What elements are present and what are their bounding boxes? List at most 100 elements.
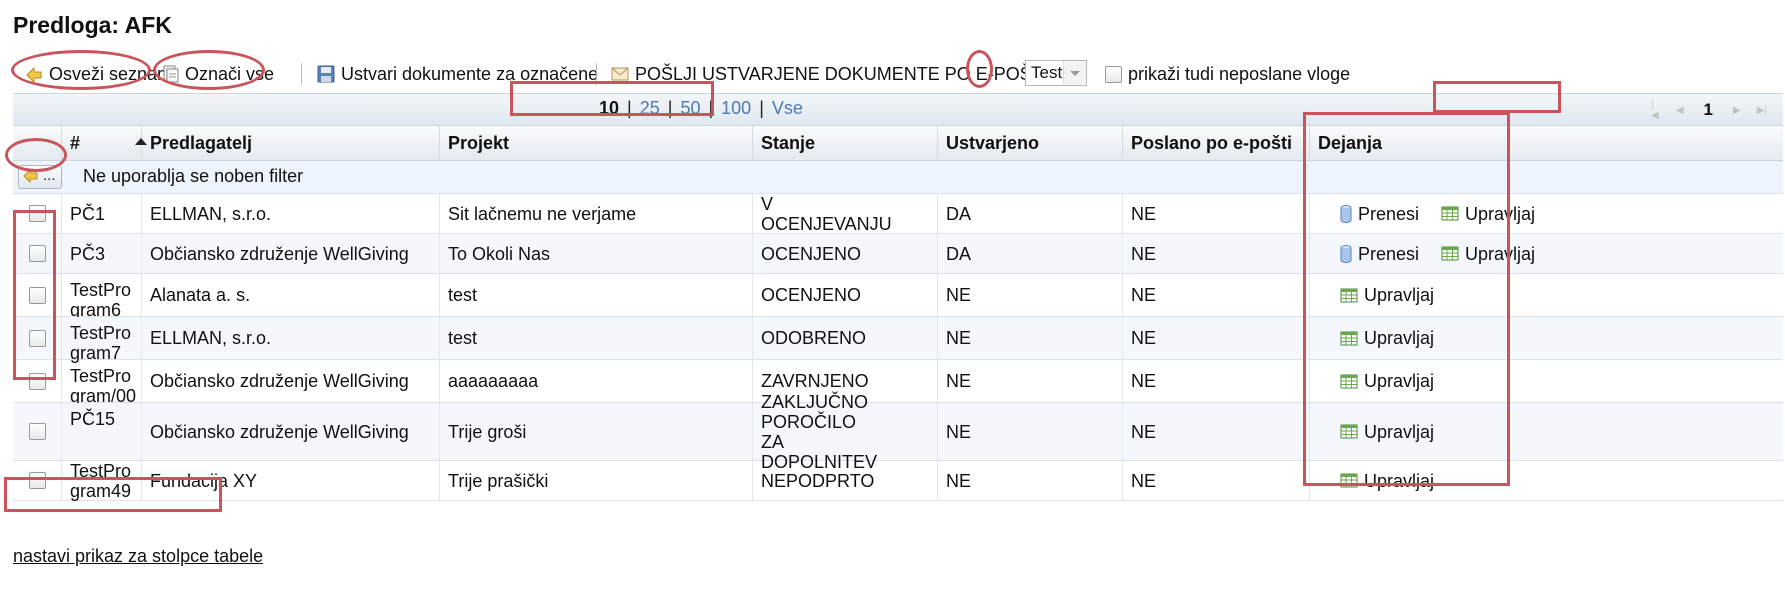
header-number[interactable]: # xyxy=(62,126,142,160)
filter-button[interactable]: ... xyxy=(18,165,62,189)
page-size-option[interactable]: 50 xyxy=(680,98,700,119)
cell-text: test xyxy=(448,328,478,348)
row-checkbox[interactable] xyxy=(28,372,46,390)
create-documents-button[interactable]: Ustvari dokumente za označene xyxy=(317,55,598,93)
last-page-icon[interactable]: ▶| xyxy=(1757,105,1767,116)
row-checkbox[interactable] xyxy=(28,329,46,347)
action-label: Prenesi xyxy=(1358,203,1420,224)
template-select-value: Test xyxy=(1031,63,1063,82)
cell-text: OCENJENO xyxy=(761,285,862,305)
select-all-button[interactable]: Označi vse xyxy=(163,55,274,93)
manage-action[interactable]: Upravljaj xyxy=(1340,471,1434,491)
manage-action[interactable]: Upravljaj xyxy=(1340,285,1434,305)
cell-poslano: NE xyxy=(1123,461,1310,500)
row-actions: Upravljaj xyxy=(1310,274,1783,316)
row-actions: Upravljaj xyxy=(1310,403,1783,460)
cell-text: Občiansko združenje WellGiving xyxy=(150,243,409,264)
table-row[interactable]: PČ15 Občiansko združenje WellGiving Trije … xyxy=(13,392,1783,472)
chevron-down-icon[interactable] xyxy=(1063,61,1086,85)
row-actions: Upravljaj xyxy=(1310,317,1783,359)
download-action[interactable]: Prenesi xyxy=(1340,204,1419,224)
table-grid-icon xyxy=(1441,206,1459,221)
cell-predlagatelj: Občiansko združenje WellGiving xyxy=(142,403,440,460)
template-select[interactable]: Test xyxy=(1025,60,1087,86)
table-grid-icon xyxy=(1340,473,1358,488)
cell-ustvarjeno: NE xyxy=(938,360,1123,402)
table-grid-icon xyxy=(1340,331,1358,346)
row-actions: Prenesi Upravljaj xyxy=(1310,234,1783,273)
table-row[interactable]: TestProgram49 Fundacija XY Trije prašički N… xyxy=(13,461,1783,501)
next-page-icon[interactable]: ▶ xyxy=(1733,105,1741,116)
cell-stanje: OCENJENO xyxy=(753,234,938,273)
row-checkbox[interactable] xyxy=(28,423,46,440)
cell-text: PČ3 xyxy=(70,243,106,264)
cell-text: Občiansko združenje WellGiving xyxy=(150,371,409,391)
manage-action[interactable]: Upravljaj xyxy=(1340,371,1434,391)
page-size-option[interactable]: 100 xyxy=(721,98,751,119)
select-all-label: Označi vse xyxy=(185,63,275,84)
row-checkbox[interactable] xyxy=(28,245,46,262)
cell-text: NE xyxy=(1131,328,1157,348)
manage-action[interactable]: Upravljaj xyxy=(1441,204,1535,224)
prev-page-icon[interactable]: ◀ xyxy=(1676,105,1684,116)
action-label: Upravljaj xyxy=(1465,203,1536,224)
refresh-label: Osveži seznam xyxy=(49,63,173,84)
page-size-option[interactable]: 10 xyxy=(599,98,619,119)
row-checkbox[interactable] xyxy=(28,286,46,304)
page-title: Predloga: AFK xyxy=(13,12,172,38)
cell-poslano: NE xyxy=(1123,360,1310,402)
cell-predlagatelj: Občiansko združenje WellGiving xyxy=(142,234,440,273)
table-row[interactable]: PČ3 Občiansko združenje WellGiving To Okol… xyxy=(13,234,1783,274)
cell-text: ELLMAN, s.r.o. xyxy=(150,203,272,224)
table-grid-icon xyxy=(1340,424,1358,439)
cell-projekt: aaaaaaaaa xyxy=(440,360,753,402)
cell-text: OCENJENO xyxy=(761,243,862,264)
cell-text: NE xyxy=(1131,421,1157,442)
table-row[interactable]: TestProgram7 ELLMAN, s.r.o. test ODOBRENO NE… xyxy=(13,317,1783,363)
table-row[interactable]: TestProgram/008 Občiansko združenje WellG… xyxy=(13,360,1783,426)
cell-text: aaaaaaaaa xyxy=(448,371,539,391)
header-predlagatelj[interactable]: Predlagatelj xyxy=(142,126,440,160)
cell-text: TestProgram49 xyxy=(70,460,132,501)
manage-action[interactable]: Upravljaj xyxy=(1340,422,1434,442)
header-projekt[interactable]: Projekt xyxy=(440,126,753,160)
table-row[interactable]: TestProgram6 Alanata a. s. test OCENJENO NE N… xyxy=(13,274,1783,320)
send-documents-button[interactable]: POŠLJI USTVARJENE DOKUMENTE PO E-POŠTI xyxy=(611,55,1048,93)
toolbar: Osveži seznam Označi vse Ustvari dokumen… xyxy=(13,55,1783,93)
action-label: Upravljaj xyxy=(1364,421,1435,442)
header-poslano[interactable]: Poslano po e-pošti xyxy=(1123,126,1310,160)
header-stanje[interactable]: Stanje xyxy=(753,126,938,160)
page-size-option[interactable]: Vse xyxy=(772,98,803,119)
cell-id: TestProgram7 xyxy=(62,317,142,363)
cell-id: PČ3 xyxy=(62,234,142,273)
toolbar-divider xyxy=(596,63,597,85)
table-row[interactable]: PČ1 ELLMAN, s.r.o. Sit lačnemu ne verjame V… xyxy=(13,194,1783,234)
cell-predlagatelj: ELLMAN, s.r.o. xyxy=(142,317,440,359)
cell-ustvarjeno: DA xyxy=(938,194,1123,233)
cell-id: TestProgram/008 xyxy=(62,360,142,426)
cell-text: DA xyxy=(946,243,972,264)
cell-text: Fundacija XY xyxy=(150,470,258,491)
table-grid-icon xyxy=(1441,246,1459,261)
download-action[interactable]: Prenesi xyxy=(1340,244,1419,264)
cell-text: Sit lačnemu ne verjame xyxy=(448,203,637,224)
cell-text: NE xyxy=(1131,371,1157,391)
manage-action[interactable]: Upravljaj xyxy=(1441,244,1535,264)
show-unsent-toggle[interactable]: prikaži tudi neposlane vloge xyxy=(1105,55,1350,93)
cell-poslano: NE xyxy=(1123,274,1310,316)
first-page-icon[interactable]: |◀ xyxy=(1651,99,1660,121)
refresh-button[interactable]: Osveži seznam xyxy=(25,55,172,93)
show-unsent-checkbox[interactable] xyxy=(1105,65,1122,83)
row-checkbox[interactable] xyxy=(28,205,46,222)
cell-projekt: test xyxy=(440,274,753,316)
header-ustvarjeno[interactable]: Ustvarjeno xyxy=(938,126,1123,160)
cell-projekt: Trije prašički xyxy=(440,461,753,500)
row-checkbox[interactable] xyxy=(28,472,46,489)
cell-text: NEPODPRTO xyxy=(761,470,875,491)
cell-predlagatelj: Alanata a. s. xyxy=(142,274,440,316)
table-grid-icon xyxy=(1340,374,1358,389)
manage-action[interactable]: Upravljaj xyxy=(1340,328,1434,348)
page-size-option[interactable]: 25 xyxy=(640,98,660,119)
cell-text: Trije groši xyxy=(448,421,527,442)
column-settings-link[interactable]: nastavi prikaz za stolpce tabele xyxy=(13,546,263,567)
